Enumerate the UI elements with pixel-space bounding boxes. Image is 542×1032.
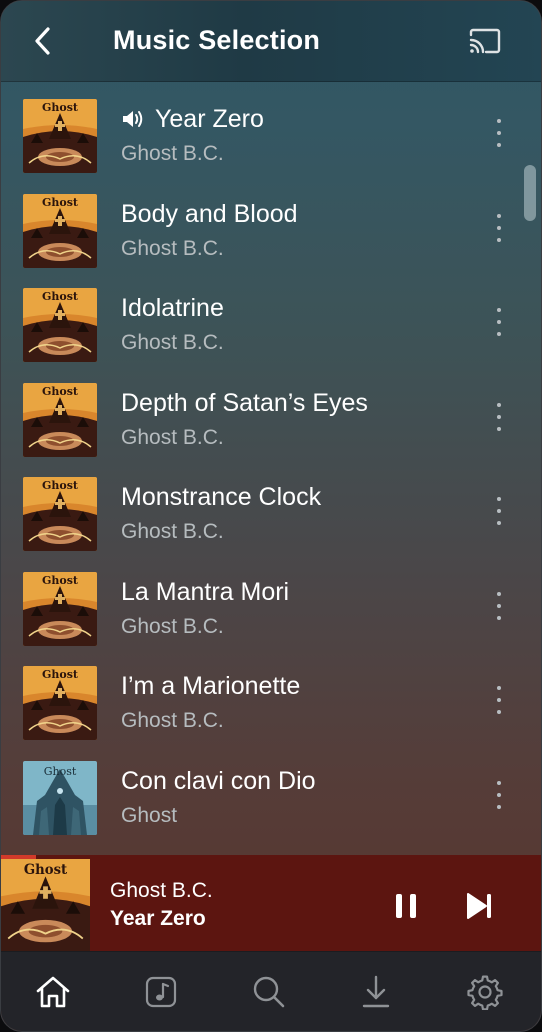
more-vertical-icon bbox=[497, 402, 501, 431]
svg-text:Ghost: Ghost bbox=[42, 574, 79, 587]
skip-next-icon bbox=[467, 893, 491, 919]
nav-library-button[interactable] bbox=[139, 970, 183, 1014]
bottom-navigation bbox=[1, 951, 541, 1031]
song-artist: Ghost B.C. bbox=[121, 614, 224, 638]
page-title: Music Selection bbox=[113, 25, 321, 55]
more-vertical-icon bbox=[497, 591, 501, 620]
song-row[interactable]: Ghost I’m a Marionette Ghost B.C. bbox=[1, 648, 541, 742]
song-row[interactable]: Ghost La Mantra Mori Ghost B.C. bbox=[1, 554, 541, 648]
more-vertical-icon bbox=[497, 497, 501, 525]
song-title: Body and Blood bbox=[121, 199, 298, 228]
mini-player[interactable]: Ghost Ghost B.C. Year Zero bbox=[1, 855, 541, 951]
song-row[interactable]: Ghost Con clavi con Dio Ghost bbox=[1, 743, 541, 837]
song-row[interactable]: Ghost Monstrance Clock Ghost B.C. bbox=[1, 459, 541, 553]
song-row[interactable]: Ghost Year Zero Ghost B.C. bbox=[1, 81, 541, 175]
pause-icon bbox=[396, 894, 416, 918]
more-options-button[interactable] bbox=[485, 210, 513, 248]
svg-text:Ghost: Ghost bbox=[42, 385, 79, 398]
gear-icon bbox=[467, 975, 503, 1010]
song-artist: Ghost B.C. bbox=[121, 520, 224, 543]
music-app-window: Music Selection Ghost Year Zero Ghost B.C.… bbox=[0, 0, 542, 1032]
download-icon bbox=[362, 975, 390, 1008]
svg-text:Ghost: Ghost bbox=[42, 668, 79, 681]
header-bar: Music Selection bbox=[1, 1, 541, 82]
album-art: Ghost bbox=[23, 193, 97, 268]
album-art: Ghost bbox=[23, 760, 97, 835]
now-playing-artist: Ghost B.C. bbox=[110, 879, 213, 902]
nav-settings-button[interactable] bbox=[463, 970, 507, 1014]
music-note-icon bbox=[145, 976, 177, 1008]
more-options-button[interactable] bbox=[485, 115, 513, 153]
more-options-button[interactable] bbox=[485, 304, 513, 342]
album-art: Ghost bbox=[23, 571, 97, 646]
song-title: I’m a Marionette bbox=[121, 672, 301, 700]
svg-text:Ghost: Ghost bbox=[42, 290, 79, 303]
song-title: Con clavi con Dio bbox=[121, 766, 316, 795]
more-options-button[interactable] bbox=[485, 682, 513, 720]
more-options-button[interactable] bbox=[485, 777, 513, 815]
svg-text:Ghost: Ghost bbox=[44, 765, 77, 778]
song-artist: Ghost B.C. bbox=[121, 236, 224, 260]
song-title: Monstrance Clock bbox=[121, 483, 322, 511]
song-row[interactable]: Ghost Idolatrine Ghost B.C. bbox=[1, 270, 541, 364]
song-artist: Ghost B.C. bbox=[121, 331, 224, 354]
album-art: Ghost bbox=[23, 99, 97, 173]
svg-text:Ghost: Ghost bbox=[42, 196, 79, 209]
home-icon bbox=[36, 976, 70, 1008]
song-title: Depth of Satan’s Eyes bbox=[121, 388, 368, 417]
more-options-button[interactable] bbox=[485, 588, 513, 626]
search-icon bbox=[253, 976, 285, 1008]
song-title: La Mantra Mori bbox=[121, 577, 290, 606]
more-options-button[interactable] bbox=[485, 493, 513, 531]
song-artist: Ghost B.C. bbox=[121, 709, 224, 732]
song-artist: Ghost B.C. bbox=[121, 142, 224, 165]
song-artist: Ghost B.C. bbox=[121, 425, 224, 449]
song-title: Year Zero bbox=[155, 105, 264, 133]
more-vertical-icon bbox=[497, 213, 501, 242]
cast-button[interactable] bbox=[463, 21, 507, 61]
album-art: Ghost bbox=[23, 288, 97, 362]
chevron-left-icon bbox=[35, 27, 50, 55]
nav-home-button[interactable] bbox=[31, 970, 75, 1014]
song-row[interactable]: Ghost Body and Blood Ghost B.C. bbox=[1, 176, 541, 270]
song-list[interactable]: Ghost Year Zero Ghost B.C. Ghost Body and Bl… bbox=[1, 81, 541, 855]
more-vertical-icon bbox=[497, 780, 501, 809]
speaker-icon bbox=[121, 108, 145, 130]
svg-text:Ghost: Ghost bbox=[42, 101, 79, 114]
song-title: Idolatrine bbox=[121, 294, 224, 322]
song-row[interactable]: Ghost Depth of Satan’s Eyes Ghost B.C. bbox=[1, 365, 541, 459]
album-art: Ghost bbox=[23, 666, 97, 740]
svg-text:Ghost: Ghost bbox=[24, 862, 68, 878]
more-vertical-icon bbox=[497, 119, 501, 147]
pause-button[interactable] bbox=[389, 889, 423, 923]
song-artist: Ghost bbox=[121, 803, 178, 827]
album-art: Ghost bbox=[23, 382, 97, 457]
album-art: Ghost bbox=[23, 477, 97, 551]
skip-next-button[interactable] bbox=[461, 889, 497, 923]
more-vertical-icon bbox=[497, 308, 501, 336]
nav-search-button[interactable] bbox=[247, 970, 291, 1014]
svg-text:Ghost: Ghost bbox=[42, 479, 79, 492]
cast-icon bbox=[469, 28, 501, 54]
nav-downloads-button[interactable] bbox=[354, 970, 398, 1014]
scrollbar-thumb[interactable] bbox=[524, 165, 536, 221]
more-vertical-icon bbox=[497, 686, 501, 714]
now-playing-album-art: Ghost bbox=[1, 859, 90, 951]
back-button[interactable] bbox=[23, 21, 63, 61]
now-playing-title: Year Zero bbox=[110, 907, 206, 930]
more-options-button[interactable] bbox=[485, 399, 513, 437]
